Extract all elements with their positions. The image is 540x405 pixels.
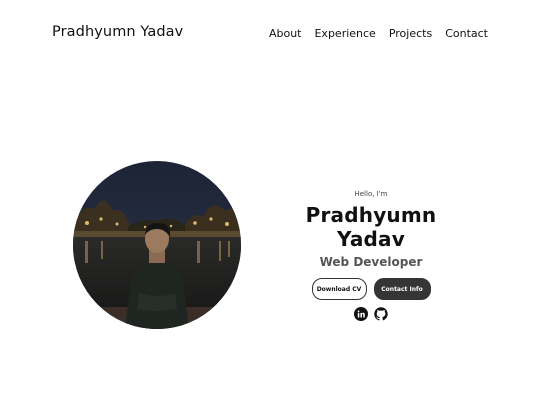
social-links bbox=[270, 307, 472, 321]
hero-role: Web Developer bbox=[319, 255, 423, 269]
profile-photo bbox=[73, 161, 241, 329]
contact-info-button[interactable]: Contact Info bbox=[373, 278, 431, 300]
intro-block: Hello, I'm Pradhyumn Yadav Web Developer… bbox=[270, 190, 472, 321]
hero-name: Pradhyumn Yadav bbox=[305, 203, 437, 251]
greeting-text: Hello, I'm bbox=[354, 190, 388, 198]
linkedin-icon[interactable] bbox=[354, 307, 368, 321]
download-cv-button[interactable]: Download CV bbox=[311, 278, 367, 300]
github-icon[interactable] bbox=[374, 307, 388, 321]
hero-buttons: Download CV Contact Info bbox=[270, 278, 472, 300]
hero-section: Hello, I'm Pradhyumn Yadav Web Developer… bbox=[0, 0, 540, 405]
